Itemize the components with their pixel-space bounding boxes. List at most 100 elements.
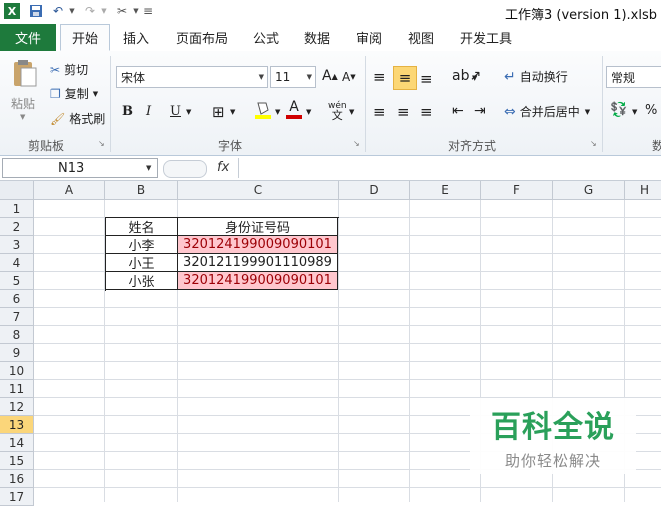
font-color-dropdown-icon[interactable]: ▼	[306, 108, 311, 116]
align-right-icon[interactable]: ≡	[420, 103, 433, 121]
shrink-font-icon[interactable]: A ▼	[342, 70, 356, 84]
row-header-4[interactable]: 4	[0, 254, 34, 272]
name-box-dropdown-icon[interactable]: ▼	[146, 164, 151, 172]
formula-bar-divider-handle[interactable]	[163, 160, 207, 178]
grid-column-line	[409, 200, 410, 502]
font-color-icon[interactable]: A	[286, 100, 302, 120]
tab-insert[interactable]: 插入	[116, 24, 156, 51]
column-header-g[interactable]: G	[553, 181, 625, 200]
column-header-e[interactable]: E	[410, 181, 481, 200]
tab-home[interactable]: 开始	[60, 24, 110, 51]
tab-review[interactable]: 审阅	[349, 24, 389, 51]
phonetic-guide-icon[interactable]: wén 文	[328, 102, 347, 122]
column-header-d[interactable]: D	[339, 181, 410, 200]
phonetic-dropdown-icon[interactable]: ▼	[349, 108, 354, 116]
watermark-title: 百科全说	[491, 409, 615, 445]
id-number-cell-duplicate[interactable]: 320124199009090101	[178, 272, 338, 290]
font-size-combo[interactable]: 11 ▼	[270, 66, 316, 88]
accounting-format-icon[interactable]: 💱	[610, 102, 627, 118]
tab-data[interactable]: 数据	[297, 24, 337, 51]
tab-view[interactable]: 视图	[401, 24, 441, 51]
align-center-icon[interactable]: ≡	[397, 103, 410, 121]
name-box[interactable]: N13	[2, 158, 158, 178]
underline-button[interactable]: U	[170, 104, 181, 119]
row-header-1[interactable]: 1	[0, 200, 34, 218]
row-header-15[interactable]: 15	[0, 452, 34, 470]
scissors-icon: ✂	[50, 62, 61, 77]
fill-color-dropdown-icon[interactable]: ▼	[275, 108, 280, 116]
row-header-11[interactable]: 11	[0, 380, 34, 398]
orientation-dropdown-icon[interactable]: ▼	[472, 74, 477, 82]
row-header-9[interactable]: 9	[0, 344, 34, 362]
font-name-combo[interactable]: 宋体 ▼	[116, 66, 268, 88]
wrap-text-button[interactable]: ↵ 自动换行	[504, 68, 568, 85]
grow-font-icon[interactable]: A ▲	[322, 68, 338, 84]
tab-page-layout[interactable]: 页面布局	[170, 24, 234, 51]
row-header-3[interactable]: 3	[0, 236, 34, 254]
header-id-number[interactable]: 身份证号码	[178, 218, 338, 236]
row-header-10[interactable]: 10	[0, 362, 34, 380]
tab-developer[interactable]: 开发工具	[454, 24, 518, 51]
id-number-cell-duplicate[interactable]: 320124199009090101	[178, 236, 338, 254]
cut-button[interactable]: ✂ 剪切	[50, 61, 88, 78]
name-cell[interactable]: 小王	[106, 254, 178, 272]
font-launcher-icon[interactable]: ↘	[353, 139, 360, 148]
clipboard-launcher-icon[interactable]: ↘	[98, 139, 105, 148]
formula-input[interactable]	[238, 158, 661, 178]
row-header-12[interactable]: 12	[0, 398, 34, 416]
column-header-a[interactable]: A	[34, 181, 105, 200]
row-header-17[interactable]: 17	[0, 488, 34, 506]
align-bottom-icon[interactable]: ≡	[420, 70, 433, 88]
copy-dropdown-icon[interactable]: ▼	[93, 90, 98, 98]
column-header-b[interactable]: B	[105, 181, 178, 200]
select-all-corner[interactable]	[0, 181, 34, 200]
alignment-launcher-icon[interactable]: ↘	[590, 139, 597, 148]
format-painter-icon: 🖌	[50, 111, 66, 126]
name-cell[interactable]: 小张	[106, 272, 178, 290]
accounting-dropdown-icon[interactable]: ▼	[632, 108, 637, 116]
number-format-combo[interactable]: 常规	[606, 66, 661, 88]
tab-formulas[interactable]: 公式	[246, 24, 286, 51]
align-top-icon[interactable]: ≡	[373, 68, 386, 86]
increase-indent-icon[interactable]: ⇥	[474, 103, 486, 119]
paste-icon[interactable]	[10, 57, 40, 89]
id-number-cell[interactable]: 320121199901110989	[178, 254, 338, 272]
header-name[interactable]: 姓名	[106, 218, 178, 236]
column-header-h[interactable]: H	[625, 181, 661, 200]
font-group-label: 字体	[218, 139, 243, 153]
name-cell[interactable]: 小李	[106, 236, 178, 254]
row-header-7[interactable]: 7	[0, 308, 34, 326]
tab-file[interactable]: 文件	[0, 24, 56, 51]
underline-dropdown-icon[interactable]: ▼	[186, 108, 191, 116]
row-header-13[interactable]: 13	[0, 416, 34, 434]
italic-button[interactable]: I	[146, 104, 151, 119]
merge-dropdown-icon[interactable]: ▼	[585, 108, 590, 116]
fill-color-icon[interactable]	[254, 100, 272, 120]
paste-dropdown-icon[interactable]: ▼	[20, 113, 25, 121]
copy-button[interactable]: ❐ 复制 ▼	[50, 85, 98, 102]
row-header-14[interactable]: 14	[0, 434, 34, 452]
merge-center-button[interactable]: ⇔ 合并后居中 ▼	[504, 103, 590, 120]
row-header-2[interactable]: 2	[0, 218, 34, 236]
excel-logo-icon: X	[4, 3, 20, 19]
align-left-icon[interactable]: ≡	[373, 103, 386, 121]
undo-dropdown-icon[interactable]: ▼	[64, 3, 80, 19]
save-icon[interactable]	[28, 3, 44, 19]
redo-dropdown-icon[interactable]: ▼	[96, 3, 112, 19]
insert-function-button[interactable]: fx	[217, 160, 229, 175]
paste-label[interactable]: 粘贴	[11, 95, 35, 112]
row-header-6[interactable]: 6	[0, 290, 34, 308]
row-header-8[interactable]: 8	[0, 326, 34, 344]
row-header-5[interactable]: 5	[0, 272, 34, 290]
borders-icon[interactable]: ⊞	[212, 103, 225, 121]
column-header-f[interactable]: F	[481, 181, 553, 200]
column-header-c[interactable]: C	[178, 181, 339, 200]
borders-dropdown-icon[interactable]: ▼	[230, 108, 235, 116]
format-painter-button[interactable]: 🖌 格式刷	[50, 110, 105, 127]
percent-button[interactable]: %	[645, 103, 657, 118]
customize-toolbar-icon[interactable]: ≡	[140, 3, 156, 19]
align-middle-icon[interactable]: ≡	[393, 66, 417, 90]
row-header-16[interactable]: 16	[0, 470, 34, 488]
bold-button[interactable]: B	[122, 104, 133, 119]
decrease-indent-icon[interactable]: ⇤	[452, 103, 464, 119]
